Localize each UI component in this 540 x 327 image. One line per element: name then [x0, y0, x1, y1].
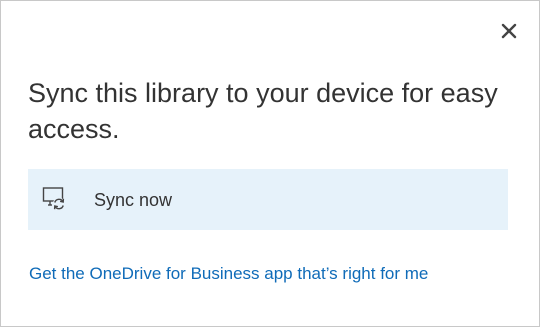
sync-now-label: Sync now: [94, 190, 173, 210]
sync-library-dialog: Sync this library to your device for eas…: [0, 0, 540, 327]
close-icon: [501, 23, 517, 39]
sync-device-icon: [42, 187, 66, 211]
close-button[interactable]: [497, 19, 521, 43]
dialog-heading: Sync this library to your device for eas…: [28, 78, 498, 144]
sync-now-button[interactable]: Sync now: [28, 169, 508, 230]
get-onedrive-app-link[interactable]: Get the OneDrive for Business app that’s…: [29, 263, 428, 285]
